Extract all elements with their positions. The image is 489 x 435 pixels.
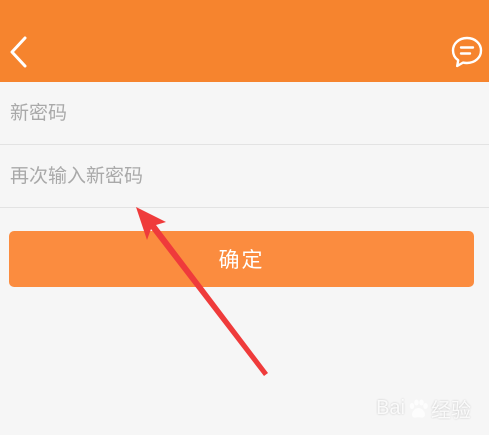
confirm-password-row bbox=[0, 145, 489, 208]
app-header bbox=[0, 0, 489, 82]
paw-logo-icon bbox=[409, 399, 428, 418]
watermark: Bai 经验 bbox=[376, 394, 471, 423]
confirm-password-input[interactable] bbox=[10, 165, 470, 187]
new-password-row bbox=[0, 82, 489, 145]
chevron-left-icon bbox=[10, 36, 27, 68]
password-form bbox=[0, 82, 489, 208]
confirm-button[interactable]: 确定 bbox=[9, 231, 474, 287]
back-button[interactable] bbox=[4, 32, 32, 72]
watermark-brand-right: 经验 bbox=[431, 400, 471, 422]
watermark-brand-left: Bai bbox=[376, 397, 405, 419]
message-button[interactable] bbox=[449, 33, 485, 71]
new-password-input[interactable] bbox=[10, 102, 470, 124]
chat-bubble-icon bbox=[451, 36, 483, 68]
